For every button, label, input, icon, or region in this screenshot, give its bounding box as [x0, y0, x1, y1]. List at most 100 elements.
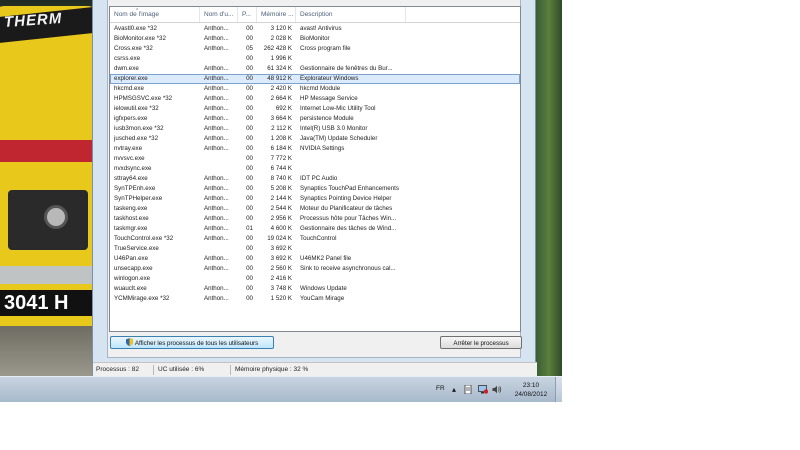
process-cpu: 00 [246, 95, 253, 102]
process-row[interactable]: hkcmd.exe Anthon... 00 2 420 K hkcmd Module [110, 84, 520, 94]
desktop: THERM 3041 H Nom de l'image ^ Nom d'u...… [0, 0, 562, 402]
process-user: Anthon... [204, 125, 229, 132]
process-description: YouCam Mirage [300, 295, 345, 302]
process-row[interactable]: TouchControl.exe *32 Anthon... 00 19 024 K T… [110, 234, 520, 244]
process-memory: 48 912 K [267, 75, 292, 82]
process-name: sttray64.exe [114, 175, 148, 182]
process-user: Anthon... [204, 285, 229, 292]
process-memory: 4 600 K [270, 225, 292, 232]
show-all-users-button[interactable]: Afficher les processus de tous les utili… [110, 336, 274, 349]
process-row[interactable]: Cross.exe *32 Anthon... 05 262 428 K Cross p… [110, 44, 520, 54]
column-header-memory[interactable]: Mémoire ... [257, 7, 296, 22]
process-description [296, 54, 406, 64]
process-name: nvxdsync.exe [114, 165, 152, 172]
process-memory: 2 956 K [270, 215, 292, 222]
process-name: explorer.exe [114, 75, 148, 82]
language-indicator[interactable]: FR [436, 377, 445, 401]
process-name: TouchControl.exe *32 [114, 235, 174, 242]
process-user [200, 54, 238, 64]
process-description [296, 164, 406, 174]
process-description: U46MK2 Panel file [300, 255, 352, 262]
wallpaper: THERM 3041 H [0, 0, 92, 376]
process-memory: 6 184 K [270, 145, 292, 152]
volume-icon[interactable] [492, 385, 502, 397]
process-row[interactable]: wuauclt.exe Anthon... 00 3 748 K Windows Upd… [110, 284, 520, 294]
process-memory: 2 416 K [270, 275, 292, 282]
process-row[interactable]: taskeng.exe Anthon... 00 2 544 K Moteur du P… [110, 204, 520, 214]
process-row[interactable]: explorer.exe Anthon... 00 48 912 K Explorate… [110, 74, 520, 84]
process-cpu: 05 [246, 45, 253, 52]
process-memory: 19 024 K [267, 235, 292, 242]
process-description: Java(TM) Update Scheduler [300, 135, 378, 142]
process-row[interactable]: ielowutil.exe *32 Anthon... 00 692 K Interne… [110, 104, 520, 114]
process-row[interactable]: dwm.exe Anthon... 00 61 324 K Gestionnaire d… [110, 64, 520, 74]
column-header-description[interactable]: Description [296, 7, 406, 22]
process-memory: 2 028 K [270, 35, 292, 42]
process-list[interactable]: Nom de l'image ^ Nom d'u... P... Mémoire… [109, 6, 521, 332]
column-header-row: Nom de l'image ^ Nom d'u... P... Mémoire… [110, 7, 520, 23]
process-row[interactable]: nvxdsync.exe 00 6 744 K [110, 164, 520, 174]
process-row[interactable]: HPMSGSVC.exe *32 Anthon... 00 2 664 K HP Mes… [110, 94, 520, 104]
process-user: Anthon... [204, 115, 229, 122]
process-description: Windows Update [300, 285, 347, 292]
process-name: unsecapp.exe [114, 265, 153, 272]
network-icon[interactable] [478, 385, 489, 397]
process-memory: 8 740 K [270, 175, 292, 182]
column-header-user-name[interactable]: Nom d'u... [200, 7, 238, 22]
task-manager-window: Nom de l'image ^ Nom d'u... P... Mémoire… [92, 0, 537, 376]
process-row[interactable]: csrss.exe 00 1 996 K [110, 54, 520, 64]
process-memory: 3 692 K [270, 255, 292, 262]
process-cpu: 00 [246, 25, 253, 32]
process-row[interactable]: BioMonitor.exe *32 Anthon... 00 2 028 K BioM… [110, 34, 520, 44]
process-memory: 2 112 K [271, 125, 292, 132]
process-row[interactable]: nvvsvc.exe 00 7 772 K [110, 154, 520, 164]
process-row[interactable]: winlogon.exe 00 2 416 K [110, 274, 520, 284]
process-row[interactable]: igfxpers.exe Anthon... 00 3 664 K persistenc… [110, 114, 520, 124]
process-row[interactable]: TrueService.exe 00 3 692 K [110, 244, 520, 254]
process-cpu: 01 [246, 225, 253, 232]
process-row[interactable]: sttray64.exe Anthon... 00 8 740 K IDT PC Aud… [110, 174, 520, 184]
process-row[interactable]: U46Pan.exe Anthon... 00 3 692 K U46MK2 Panel… [110, 254, 520, 264]
process-cpu: 00 [246, 175, 253, 182]
process-row[interactable]: SynTPEnh.exe Anthon... 00 5 208 K Synaptics … [110, 184, 520, 194]
process-cpu: 00 [246, 245, 253, 252]
process-cpu: 00 [246, 75, 253, 82]
process-cpu: 00 [246, 65, 253, 72]
process-row[interactable]: taskhost.exe Anthon... 00 2 956 K Processus … [110, 214, 520, 224]
process-name: BioMonitor.exe *32 [114, 35, 166, 42]
process-description: IDT PC Audio [300, 175, 338, 182]
cpu-usage: UC utilisée : 6% [158, 366, 205, 373]
process-name: TrueService.exe [114, 245, 159, 252]
process-memory: 2 544 K [270, 205, 292, 212]
process-row[interactable]: nvtray.exe Anthon... 00 6 184 K NVIDIA Setti… [110, 144, 520, 154]
process-memory: 1 520 K [270, 295, 292, 302]
status-bar: Processus : 82 UC utilisée : 6% Mémoire … [93, 362, 537, 376]
action-center-icon[interactable] [464, 384, 472, 397]
process-row[interactable]: SynTPHelper.exe Anthon... 00 2 144 K Synapti… [110, 194, 520, 204]
process-memory: 61 324 K [267, 65, 292, 72]
process-row[interactable]: iusb3mon.exe *32 Anthon... 00 2 112 K Intel(… [110, 124, 520, 134]
process-user: Anthon... [204, 105, 229, 112]
process-description: Cross program file [300, 45, 351, 52]
column-header-cpu[interactable]: P... [238, 7, 257, 22]
process-row[interactable]: taskmgr.exe Anthon... 01 4 600 K Gestionnair… [110, 224, 520, 234]
show-desktop-button[interactable] [555, 377, 562, 402]
process-user: Anthon... [204, 195, 229, 202]
process-row[interactable]: unsecapp.exe Anthon... 00 2 560 K Sink to re… [110, 264, 520, 274]
process-user: Anthon... [204, 235, 229, 242]
end-process-button[interactable]: Arrêter le processus [440, 336, 522, 349]
process-row[interactable]: Avastl0.exe *32 Anthon... 00 3 120 K avast! … [110, 24, 520, 34]
wallpaper-edge [536, 0, 562, 376]
show-hidden-icon[interactable]: ▴ [452, 385, 456, 395]
process-row[interactable]: jusched.exe *32 Anthon... 00 1 208 K Java(TM… [110, 134, 520, 144]
process-cpu: 00 [246, 55, 253, 62]
column-header-image-name[interactable]: Nom de l'image ^ [110, 7, 200, 22]
process-row[interactable]: YCMMirage.exe *32 Anthon... 00 1 520 K YouCa… [110, 294, 520, 304]
process-user: Anthon... [204, 45, 229, 52]
process-description: Gestionnaire de fenêtres du Bur... [300, 65, 393, 72]
clock-date: 24/08/2012 [514, 391, 548, 398]
system-clock[interactable]: 23:10 24/08/2012 [509, 381, 553, 399]
process-name: igfxpers.exe [114, 115, 148, 122]
process-cpu: 00 [246, 295, 253, 302]
process-memory: 2 560 K [270, 265, 292, 272]
